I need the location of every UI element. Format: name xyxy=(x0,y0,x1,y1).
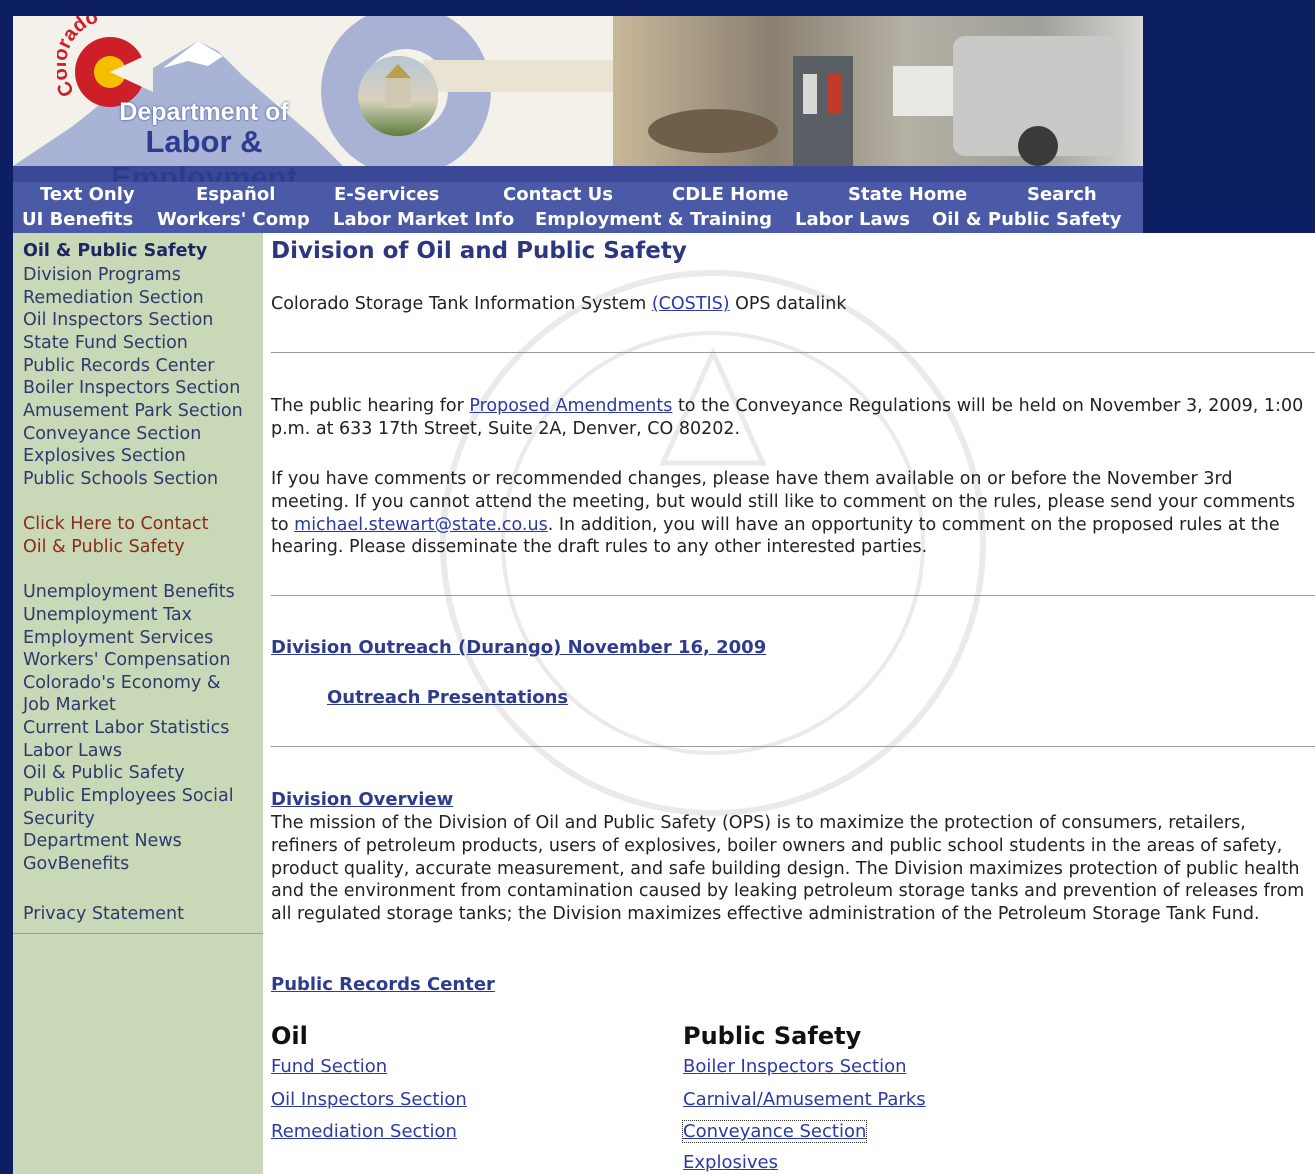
division-overview-link[interactable]: Division Overview xyxy=(271,789,453,810)
sidebar-item-division-programs[interactable]: Division Programs xyxy=(23,265,181,285)
header-banner: Department of Labor & Employment Colorad… xyxy=(13,16,1143,182)
main-content: Division of Oil and Public Safety Colora… xyxy=(263,233,1315,1174)
sidebar-item-unemployment-tax[interactable]: Unemployment Tax xyxy=(23,605,192,625)
sidebar: Oil & Public Safety Division Programs Re… xyxy=(13,233,263,1174)
fund-section-link[interactable]: Fund Section xyxy=(271,1056,387,1077)
overview-paragraph: The mission of the Division of Oil and P… xyxy=(271,813,1305,925)
sidebar-item-department-news[interactable]: Department News xyxy=(23,831,182,851)
oil-column-title: Oil xyxy=(271,1022,308,1050)
logo-arc-text: Colorado xyxy=(57,16,101,100)
public-safety-column-title: Public Safety xyxy=(683,1022,862,1050)
sidebar-item-amusement-park[interactable]: Amusement Park Section xyxy=(23,401,243,421)
department-logo[interactable]: Department of Labor & Employment xyxy=(49,98,359,182)
nav-row-primary: Text Only Español E-Services Contact Us … xyxy=(13,184,1143,209)
costis-link[interactable]: (COSTIS) xyxy=(652,294,730,314)
nav-workers-comp[interactable]: Workers' Comp xyxy=(157,209,310,230)
divider xyxy=(271,352,1315,353)
hearing-paragraph: The public hearing for Proposed Amendmen… xyxy=(271,395,1311,441)
sidebar-item-unemployment-benefits[interactable]: Unemployment Benefits xyxy=(23,582,235,602)
page-title: Division of Oil and Public Safety xyxy=(271,238,687,264)
nav-search[interactable]: Search xyxy=(1027,184,1097,205)
nav-row-secondary: UI Benefits Workers' Comp Labor Market I… xyxy=(13,209,1143,234)
costis-text-post: OPS datalink xyxy=(729,294,847,314)
nav-state-home[interactable]: State Home xyxy=(848,184,967,205)
sidebar-item-security[interactable]: Security xyxy=(23,809,95,829)
nav-text-only[interactable]: Text Only xyxy=(40,184,135,205)
conveyance-section-link[interactable]: Conveyance Section xyxy=(681,1120,868,1143)
svg-text:Colorado: Colorado xyxy=(57,16,101,100)
sidebar-item-employment-services[interactable]: Employment Services xyxy=(23,628,213,648)
boiler-inspectors-section-link[interactable]: Boiler Inspectors Section xyxy=(683,1056,907,1077)
public-records-center-link[interactable]: Public Records Center xyxy=(271,974,495,995)
sidebar-item-oil-inspectors[interactable]: Oil Inspectors Section xyxy=(23,310,213,330)
costis-paragraph: Colorado Storage Tank Information System… xyxy=(271,293,1311,316)
sidebar-item-colorado-economy[interactable]: Colorado's Economy & xyxy=(23,673,221,693)
nav-labor-laws[interactable]: Labor Laws xyxy=(795,209,910,230)
outreach-presentations-link[interactable]: Outreach Presentations xyxy=(327,687,568,708)
hearing-text-pre: The public hearing for xyxy=(271,396,470,416)
comments-paragraph: If you have comments or recommended chan… xyxy=(271,468,1311,559)
sidebar-item-workers-compensation[interactable]: Workers' Compensation xyxy=(23,650,230,670)
carnival-amusement-parks-link[interactable]: Carnival/Amusement Parks xyxy=(683,1089,926,1110)
sidebar-item-job-market[interactable]: Job Market xyxy=(23,695,116,715)
nav-oil-public-safety[interactable]: Oil & Public Safety xyxy=(932,209,1122,230)
sidebar-item-public-schools[interactable]: Public Schools Section xyxy=(23,469,218,489)
remediation-section-link[interactable]: Remediation Section xyxy=(271,1121,457,1142)
sidebar-item-conveyance[interactable]: Conveyance Section xyxy=(23,424,201,444)
sidebar-item-labor-statistics[interactable]: Current Labor Statistics xyxy=(23,718,229,738)
divider xyxy=(271,595,1315,596)
oil-inspectors-section-link[interactable]: Oil Inspectors Section xyxy=(271,1089,467,1110)
sidebar-item-remediation[interactable]: Remediation Section xyxy=(23,288,204,308)
sidebar-item-explosives[interactable]: Explosives Section xyxy=(23,446,186,466)
sidebar-contact-line2[interactable]: Oil & Public Safety xyxy=(23,537,185,557)
top-navigation: Text Only Español E-Services Contact Us … xyxy=(13,182,1143,233)
sidebar-heading[interactable]: Oil & Public Safety xyxy=(23,241,207,261)
nav-ui-benefits[interactable]: UI Benefits xyxy=(22,209,133,230)
nav-e-services[interactable]: E-Services xyxy=(334,184,439,205)
sidebar-item-boiler-inspectors[interactable]: Boiler Inspectors Section xyxy=(23,378,240,398)
nav-espanol[interactable]: Español xyxy=(196,184,275,205)
sidebar-item-labor-laws[interactable]: Labor Laws xyxy=(23,741,122,761)
proposed-amendments-link[interactable]: Proposed Amendments xyxy=(469,396,672,416)
nav-contact-us[interactable]: Contact Us xyxy=(503,184,613,205)
sidebar-item-govbenefits[interactable]: GovBenefits xyxy=(23,854,129,874)
nav-employment-training[interactable]: Employment & Training xyxy=(535,209,772,230)
logo-department-text: Department of xyxy=(119,98,289,126)
page-background: Department of Labor & Employment Colorad… xyxy=(0,0,1315,1174)
email-link[interactable]: michael.stewart@state.co.us xyxy=(294,515,548,535)
sidebar-menu: Oil & Public Safety Division Programs Re… xyxy=(13,233,263,934)
sidebar-item-oil-public-safety[interactable]: Oil & Public Safety xyxy=(23,763,185,783)
sidebar-item-public-employees[interactable]: Public Employees Social xyxy=(23,786,234,806)
logo-colorado-text: Colorado xyxy=(57,16,101,100)
explosives-link[interactable]: Explosives xyxy=(683,1152,778,1173)
division-outreach-link[interactable]: Division Outreach (Durango) November 16,… xyxy=(271,637,766,658)
logo-labor-text: Labor & Employment xyxy=(110,124,298,182)
costis-text-pre: Colorado Storage Tank Information System xyxy=(271,294,652,314)
nav-labor-market-info[interactable]: Labor Market Info xyxy=(333,209,514,230)
sidebar-item-privacy[interactable]: Privacy Statement xyxy=(23,904,184,924)
sidebar-item-public-records[interactable]: Public Records Center xyxy=(23,356,214,376)
divider xyxy=(271,746,1315,747)
nav-cdle-home[interactable]: CDLE Home xyxy=(672,184,789,205)
sidebar-item-state-fund[interactable]: State Fund Section xyxy=(23,333,188,353)
sidebar-contact-line1[interactable]: Click Here to Contact xyxy=(23,514,209,534)
